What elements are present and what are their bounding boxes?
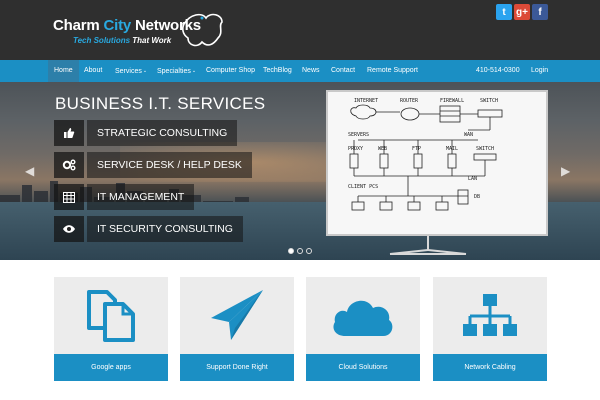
- service-it-security[interactable]: IT SECURITY CONSULTING: [54, 216, 243, 242]
- diagram-label-switch-2: SWITCH: [476, 146, 494, 152]
- nav-home[interactable]: Home: [48, 60, 79, 82]
- gears-icon: [54, 152, 84, 178]
- nav-news[interactable]: News: [302, 60, 320, 82]
- card-label: Google apps: [54, 354, 168, 381]
- slider-pagination: [288, 248, 312, 254]
- card-image: [54, 277, 168, 354]
- card-network-cabling[interactable]: Network Cabling: [433, 277, 547, 381]
- nav-computer-shop[interactable]: Computer Shop: [206, 60, 255, 82]
- service-label: STRATEGIC CONSULTING: [87, 120, 238, 146]
- slider-dot-active[interactable]: [288, 248, 294, 254]
- card-image: [433, 277, 547, 354]
- diagram-label-firewall: FIREWALL: [440, 98, 464, 104]
- service-strategic-consulting[interactable]: STRATEGIC CONSULTING: [54, 120, 238, 146]
- diagram-label-proxy: PROXY: [348, 146, 363, 152]
- diagram-label-web: WEB: [378, 146, 387, 152]
- card-google-apps[interactable]: Google apps: [54, 277, 168, 381]
- diagram-label-wan: WAN: [464, 132, 473, 138]
- table-icon: [54, 184, 84, 210]
- service-it-management[interactable]: IT MANAGEMENT: [54, 184, 195, 210]
- eye-icon: [54, 216, 84, 242]
- documents-icon: [87, 289, 135, 342]
- service-label: IT MANAGEMENT: [87, 184, 195, 210]
- brand-tagline: Tech Solutions That Work: [73, 36, 172, 45]
- slider-next-arrow-icon[interactable]: ▶: [561, 164, 570, 178]
- diagram-label-router: ROUTER: [400, 98, 419, 104]
- card-image: [180, 277, 294, 354]
- slider-dot[interactable]: [306, 248, 312, 254]
- card-image: [306, 277, 420, 354]
- slider-prev-arrow-icon[interactable]: ◀: [25, 164, 34, 178]
- network-icon: [463, 293, 517, 336]
- diagram-label-lan: LAN: [468, 176, 477, 182]
- maryland-map-logo-icon: [182, 13, 223, 47]
- nav-specialties[interactable]: Specialties⌄: [157, 60, 196, 82]
- hero-slider: BUSINESS I.T. SERVICES STRATEGIC CONSULT…: [0, 82, 600, 260]
- whiteboard-stand-image: [389, 236, 467, 255]
- service-label: SERVICE DESK / HELP DESK: [87, 152, 252, 178]
- nav-services[interactable]: Services⌄: [115, 60, 147, 82]
- diagram-label-client-pcs: CLIENT PCS: [348, 184, 378, 190]
- service-label: IT SECURITY CONSULTING: [87, 216, 243, 242]
- network-diagram-whiteboard: INTERNET ROUTER FIREWALL SWITCH SERVERS …: [326, 90, 548, 236]
- nav-contact[interactable]: Contact: [331, 60, 355, 82]
- hero-title: BUSINESS I.T. SERVICES: [55, 94, 266, 113]
- diagram-label-ftp: FTP: [412, 146, 421, 152]
- diagram-label-internet: INTERNET: [354, 98, 378, 104]
- main-nav: Home About Services⌄ Specialties⌄ Comput…: [0, 60, 600, 82]
- nav-techblog[interactable]: TechBlog: [263, 60, 292, 82]
- twitter-icon[interactable]: t: [496, 4, 512, 20]
- facebook-icon[interactable]: f: [532, 4, 548, 20]
- nav-login[interactable]: Login: [531, 60, 548, 82]
- chevron-down-icon: ⌄: [142, 68, 148, 74]
- site-logo[interactable]: Charm City Networks Tech Solutions That …: [53, 10, 233, 52]
- slider-dot[interactable]: [297, 248, 303, 254]
- card-support-done-right[interactable]: Support Done Right: [180, 277, 294, 381]
- brand-name: Charm City Networks: [53, 17, 201, 34]
- nav-remote-support[interactable]: Remote Support: [367, 60, 418, 82]
- cloud-icon: [333, 300, 393, 336]
- nav-phone[interactable]: 410-514-0300: [476, 60, 520, 82]
- nav-about[interactable]: About: [84, 60, 102, 82]
- thumbs-up-icon: [54, 120, 84, 146]
- diagram-label-servers: SERVERS: [348, 132, 369, 138]
- site-header: Charm City Networks Tech Solutions That …: [0, 0, 600, 60]
- service-help-desk[interactable]: SERVICE DESK / HELP DESK: [54, 152, 252, 178]
- diagram-label-db: DB: [474, 194, 480, 200]
- card-label: Network Cabling: [433, 354, 547, 381]
- paper-plane-icon: [211, 289, 263, 340]
- diagram-label-switch: SWITCH: [480, 98, 498, 104]
- google-plus-icon[interactable]: g+: [514, 4, 530, 20]
- card-label: Cloud Solutions: [306, 354, 420, 381]
- card-label: Support Done Right: [180, 354, 294, 381]
- card-cloud-solutions[interactable]: Cloud Solutions: [306, 277, 420, 381]
- chevron-down-icon: ⌄: [191, 68, 197, 74]
